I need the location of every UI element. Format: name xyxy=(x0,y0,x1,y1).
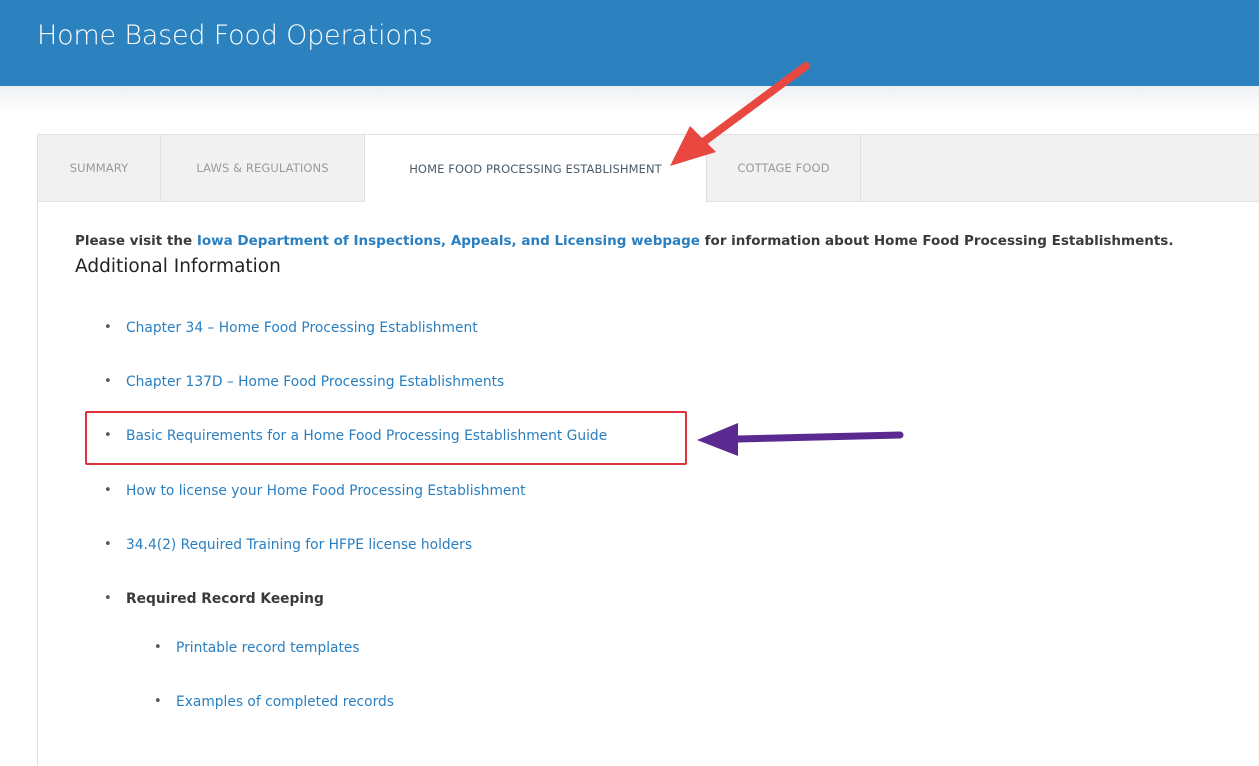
intro-paragraph: Please visit the Iowa Department of Insp… xyxy=(75,233,1173,249)
bullet-icon: • xyxy=(104,374,112,389)
bullet-icon: • xyxy=(154,694,162,709)
printable-record-templates-link[interactable]: Printable record templates xyxy=(176,640,360,656)
tab-cottage-food[interactable]: COTTAGE FOOD xyxy=(707,135,861,201)
bullet-icon: • xyxy=(104,537,112,552)
chapter-34-link[interactable]: Chapter 34 – Home Food Processing Establ… xyxy=(126,320,478,336)
required-training-link[interactable]: 34.4(2) Required Training for HFPE licen… xyxy=(126,537,472,553)
tab-laws-regulations[interactable]: LAWS & REGULATIONS xyxy=(161,135,365,201)
intro-suffix: for information about Home Food Processi… xyxy=(699,233,1174,249)
additional-information-heading: Additional Information xyxy=(75,256,281,277)
iowa-dial-link[interactable]: Iowa Department of Inspections, Appeals,… xyxy=(197,233,700,249)
header-shadow xyxy=(0,86,1259,114)
site-header: Home Based Food Operations xyxy=(0,0,1259,86)
intro-prefix: Please visit the xyxy=(75,233,197,249)
bullet-icon: • xyxy=(104,591,112,606)
tab-home-food-processing-establishment[interactable]: HOME FOOD PROCESSING ESTABLISHMENT xyxy=(365,135,707,202)
how-to-license-link[interactable]: How to license your Home Food Processing… xyxy=(126,483,526,499)
highlight-box xyxy=(85,411,687,465)
examples-of-completed-records-link[interactable]: Examples of completed records xyxy=(176,694,394,710)
tab-bar: SUMMARY LAWS & REGULATIONS HOME FOOD PRO… xyxy=(38,134,1259,202)
required-record-keeping-label: Required Record Keeping xyxy=(126,591,324,607)
bullet-icon: • xyxy=(104,483,112,498)
tab-summary[interactable]: SUMMARY xyxy=(38,135,161,201)
bullet-icon: • xyxy=(154,640,162,655)
page-title: Home Based Food Operations xyxy=(37,20,433,51)
chapter-137d-link[interactable]: Chapter 137D – Home Food Processing Esta… xyxy=(126,374,504,390)
page: Home Based Food Operations SUMMARY LAWS … xyxy=(0,0,1259,766)
bullet-icon: • xyxy=(104,320,112,335)
